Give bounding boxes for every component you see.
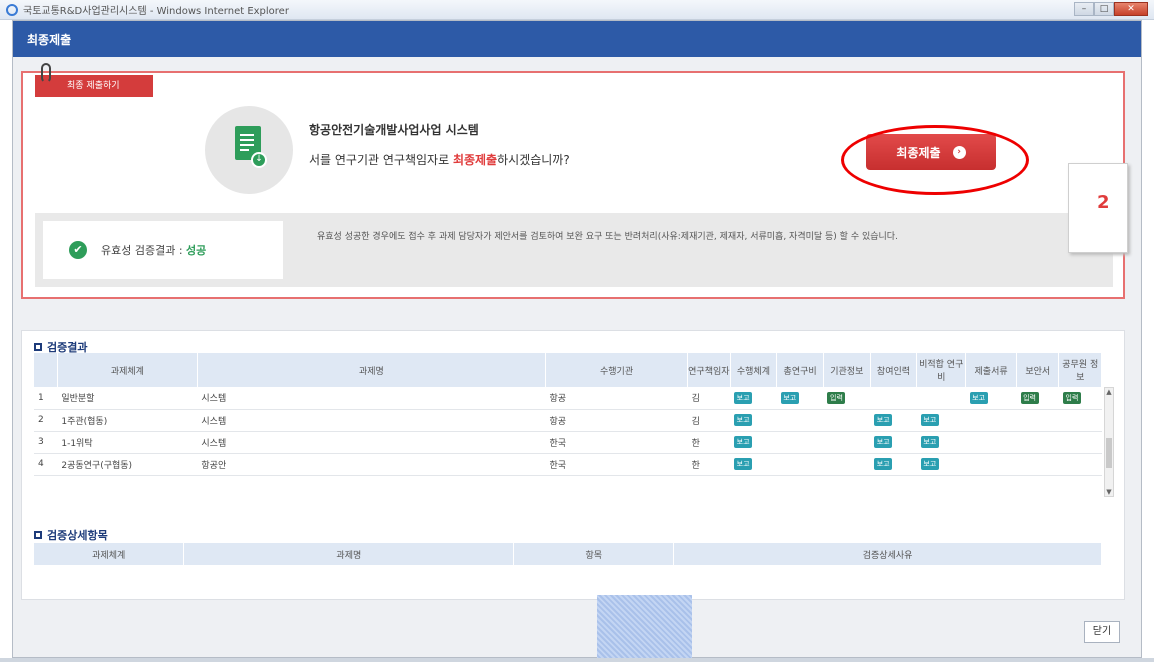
col-header: 총연구비 [776, 353, 824, 387]
detail-table: 과제체계 과제명 항목 검증상세사유 [34, 543, 1102, 565]
view-button[interactable]: 보고 [874, 458, 893, 470]
col-header: 제출서류 [965, 353, 1018, 387]
validation-status: 성공 [186, 244, 207, 257]
table-row[interactable]: 3 1-1위탁 시스템 한국 한 보고 보고 보고 [34, 431, 1102, 454]
view-button[interactable]: 보고 [874, 436, 893, 448]
highlight-circle [841, 125, 1029, 195]
view-button[interactable]: 보고 [780, 391, 799, 404]
col-header: 항목 [513, 543, 675, 565]
tag-label: 최종 제출하기 [67, 81, 120, 91]
col-header: 비적합 연구비 [916, 353, 967, 387]
status-bar [0, 658, 1154, 662]
col-header: 연구책임자 [687, 353, 731, 387]
view-button[interactable]: 보고 [734, 391, 753, 404]
view-button[interactable]: 보고 [874, 414, 893, 426]
input-button[interactable]: 입력 [1062, 391, 1081, 404]
table-row[interactable]: 2 1주관(협동) 시스템 항공 김 보고 보고 보고 [34, 409, 1102, 432]
scroll-down-icon[interactable]: ▼ [1105, 488, 1113, 496]
scroll-up-icon[interactable]: ▲ [1105, 388, 1113, 396]
step-number-callout: 2 [1068, 163, 1128, 253]
view-button[interactable]: 보고 [920, 436, 939, 448]
validation-row: ✔ 유효성 검증결과 : 성공 유효성 성공한 경우에도 접수 후 과제 담당자… [35, 213, 1113, 287]
window-close-button[interactable]: ✕ [1114, 2, 1148, 16]
confirm-question-text: 서를 연구기관 연구책임자로 최종제출하시겠습니까? [309, 153, 570, 167]
check-icon: ✔ [69, 241, 87, 259]
step-number: 2 [1097, 192, 1110, 213]
col-header: 수행기관 [545, 353, 689, 387]
document-download-icon: ↓ [205, 106, 293, 194]
system-name-text: 항공안전기술개발사업사업 시스템 [309, 123, 479, 137]
minimize-button[interactable]: – [1074, 2, 1094, 16]
window-title: 국토교통R&D사업관리시스템 - Windows Internet Explor… [23, 6, 289, 17]
view-button[interactable]: 보고 [734, 458, 753, 470]
col-header: 과제체계 [34, 543, 185, 565]
maximize-button[interactable]: □ [1094, 2, 1114, 16]
col-header: 과제명 [183, 543, 515, 565]
col-header: 보안서 [1016, 353, 1060, 387]
validation-card: ✔ 유효성 검증결과 : 성공 [43, 221, 283, 279]
view-button[interactable]: 보고 [734, 436, 753, 448]
validation-note: 유효성 성공한 경우에도 접수 후 과제 담당자가 제안서를 검토하여 보완 요… [317, 232, 898, 242]
browser-titlebar: 국토교통R&D사업관리시스템 - Windows Internet Explor… [0, 0, 1154, 20]
view-button[interactable]: 보고 [920, 414, 939, 426]
popup-title: 최종제출 [27, 32, 72, 47]
detail-section-title: 검증상세항목 [34, 527, 108, 543]
scroll-thumb[interactable] [1106, 438, 1112, 468]
decorative-pattern [597, 595, 692, 662]
results-table: 과제체계 과제명 수행기관 연구책임자 수행체계 총연구비 기관정보 참여인력 … [34, 353, 1102, 476]
popup-header: 최종제출 [13, 21, 1141, 57]
result-panel: 검증결과 과제체계 과제명 수행기관 연구책임자 수행체계 총연구비 기관정보 … [21, 330, 1125, 600]
table-row[interactable]: 4 2공동연구(구협동) 항공안 한국 한 보고 보고 보고 [34, 453, 1102, 476]
close-button[interactable]: 닫기 [1084, 621, 1120, 643]
view-button[interactable]: 보고 [920, 458, 939, 470]
col-header: 기관정보 [823, 353, 871, 387]
input-button[interactable]: 입력 [1020, 391, 1039, 404]
input-button[interactable]: 입력 [827, 391, 846, 404]
col-header: 공무원 정보 [1058, 353, 1102, 387]
validation-result: 유효성 검증결과 : 성공 [101, 244, 207, 257]
results-scrollbar[interactable]: ▲ ▼ [1104, 387, 1114, 497]
view-button[interactable]: 보고 [969, 391, 988, 404]
ie-logo-icon [6, 3, 18, 16]
paperclip-icon [41, 63, 51, 83]
col-header: 참여인력 [870, 353, 918, 387]
window-controls: – □ ✕ [1074, 2, 1148, 16]
square-bullet-icon [34, 531, 42, 539]
square-bullet-icon [34, 343, 42, 351]
final-submit-tag: 최종 제출하기 [35, 75, 153, 97]
download-arrow-icon: ↓ [251, 152, 267, 168]
final-submit-highlight: 최종제출 [452, 153, 498, 167]
table-row[interactable]: 1 일반분할 시스템 항공 김 보고 보고 입력 보고 입력 입력 [34, 387, 1102, 410]
col-header: 검증상세사유 [673, 543, 1102, 565]
col-header: 과제명 [197, 353, 546, 387]
final-submit-panel: 최종 제출하기 ↓ 항공안전기술개발사업사업 시스템 서를 연구기관 연구책임자… [21, 63, 1128, 299]
col-header: 수행체계 [730, 353, 778, 387]
col-header: 과제체계 [57, 353, 198, 387]
view-button[interactable]: 보고 [734, 414, 753, 426]
